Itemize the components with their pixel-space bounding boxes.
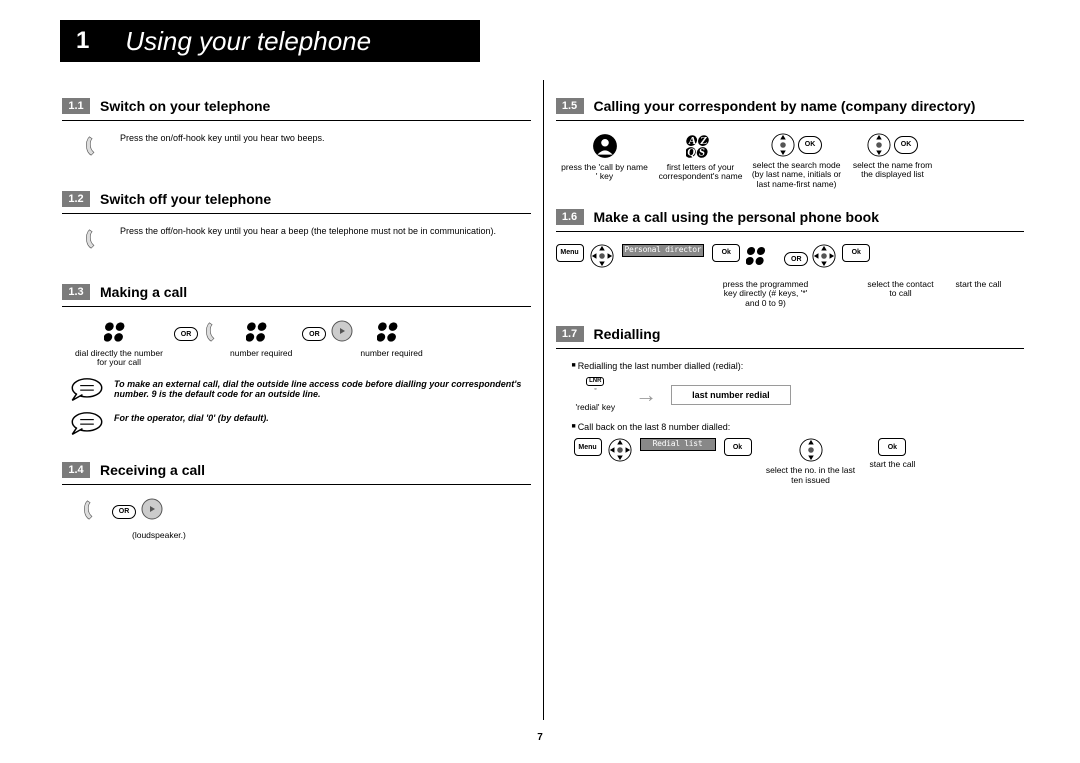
section-number: 1.4 bbox=[62, 462, 90, 478]
menu-button-block: Menu bbox=[556, 244, 584, 262]
note-1: To make an external call, dial the outsi… bbox=[70, 376, 523, 402]
nav-icon: OK select the name from the displayed li… bbox=[848, 133, 938, 180]
nav-icon bbox=[590, 244, 614, 268]
speaker-icon bbox=[140, 497, 164, 521]
right-column: 1.5 Calling your correspondent by name (… bbox=[548, 80, 1033, 730]
result-box: last number redial bbox=[671, 385, 791, 405]
nav-icon: select the no. in the last ten issued bbox=[766, 438, 856, 485]
keypad-icon: dial directly the number for your call bbox=[74, 319, 164, 368]
section-1-6-header: 1.6 Make a call using the personal phone… bbox=[556, 209, 1025, 225]
section-title: Switch on your telephone bbox=[100, 98, 531, 114]
bullet-last-8: Call back on the last 8 number dialled: bbox=[572, 422, 1025, 432]
section-title: Switch off your telephone bbox=[100, 191, 531, 207]
menu-button: Menu bbox=[556, 244, 584, 262]
keypad-icon bbox=[746, 244, 774, 268]
arrow-icon: → bbox=[635, 382, 657, 408]
section-1-2-text: Press the off/on-hook key until you hear… bbox=[120, 226, 496, 238]
loudspeaker-caption: (loudspeaker.) bbox=[132, 531, 222, 540]
keypad-icon: number required bbox=[360, 319, 422, 358]
or-pill: OR bbox=[302, 327, 326, 341]
or-pill: OR bbox=[784, 252, 808, 266]
hook-icon bbox=[80, 497, 102, 523]
ok-button: Ok bbox=[878, 438, 906, 456]
or-pill: OR bbox=[174, 327, 198, 341]
page-number: 7 bbox=[0, 732, 1080, 743]
keypad-icon: number required bbox=[230, 319, 292, 358]
section-1-5-header: 1.5 Calling your correspondent by name (… bbox=[556, 98, 1025, 114]
ok-button-block: Ok bbox=[712, 244, 740, 262]
section-title: Make a call using the personal phone boo… bbox=[594, 209, 1025, 225]
section-title: Redialling bbox=[594, 326, 1025, 342]
ok-button-block: Ok start the call bbox=[870, 438, 916, 469]
section-number: 1.2 bbox=[62, 191, 90, 207]
menu-button: Menu bbox=[574, 438, 602, 456]
bullet-redial-last: Redialling the last number dialled (redi… bbox=[572, 361, 1025, 371]
lnr-button: LNR◦ bbox=[584, 377, 606, 399]
section-1-1-text: Press the on/off-hook key until you hear… bbox=[120, 133, 324, 145]
nav-icon: OK select the search mode (by last name,… bbox=[752, 133, 842, 189]
note-2: For the operator, dial '0' (by default). bbox=[70, 410, 523, 436]
ok-button: OK bbox=[894, 136, 918, 154]
chapter-number: 1 bbox=[76, 27, 89, 55]
section-1-1-header: 1.1 Switch on your telephone bbox=[62, 98, 531, 114]
note-bubble-icon bbox=[70, 410, 104, 436]
ok-button: Ok bbox=[724, 438, 752, 456]
section-title: Making a call bbox=[100, 284, 531, 300]
section-number: 1.6 bbox=[556, 209, 584, 225]
ok-button: OK bbox=[798, 136, 822, 154]
left-column: 1.1 Switch on your telephone Press the o… bbox=[54, 80, 539, 730]
ok-button-block: Ok bbox=[842, 244, 870, 262]
letters-icon: first letters of your correspondent's na… bbox=[656, 133, 746, 182]
lcd-display: Redial list bbox=[638, 438, 718, 451]
section-title: Receiving a call bbox=[100, 462, 531, 478]
nav-icon bbox=[608, 438, 632, 462]
note-bubble-icon bbox=[70, 376, 104, 402]
column-divider bbox=[543, 80, 544, 720]
section-number: 1.5 bbox=[556, 98, 584, 114]
lcd-display: Personal director bbox=[620, 244, 707, 257]
section-number: 1.7 bbox=[556, 326, 584, 342]
ok-button: Ok bbox=[842, 244, 870, 262]
page: 1 Using your telephone 1.1 Switch on you… bbox=[0, 0, 1080, 763]
section-1-2-header: 1.2 Switch off your telephone bbox=[62, 191, 531, 207]
speaker-icon bbox=[330, 319, 354, 343]
chapter-title: Using your telephone bbox=[125, 26, 371, 57]
hook-icon bbox=[202, 319, 224, 345]
section-1-4-header: 1.4 Receiving a call bbox=[62, 462, 531, 478]
chapter-banner: 1 Using your telephone bbox=[60, 20, 480, 62]
ok-button-block: Ok bbox=[724, 438, 752, 456]
section-title: Calling your correspondent by name (comp… bbox=[594, 98, 1025, 114]
section-1-7-header: 1.7 Redialling bbox=[556, 326, 1025, 342]
section-number: 1.1 bbox=[62, 98, 90, 114]
hook-icon bbox=[82, 133, 104, 159]
lnr-button-block: LNR◦ 'redial' key bbox=[576, 377, 616, 412]
menu-button-block: Menu bbox=[574, 438, 602, 456]
section-number: 1.3 bbox=[62, 284, 90, 300]
ok-button: Ok bbox=[712, 244, 740, 262]
section-1-3-header: 1.3 Making a call bbox=[62, 284, 531, 300]
call-by-name-icon: press the 'call by name ' key bbox=[560, 133, 650, 182]
nav-icon bbox=[812, 244, 836, 268]
hook-icon bbox=[82, 226, 104, 252]
or-pill: OR bbox=[112, 505, 136, 519]
